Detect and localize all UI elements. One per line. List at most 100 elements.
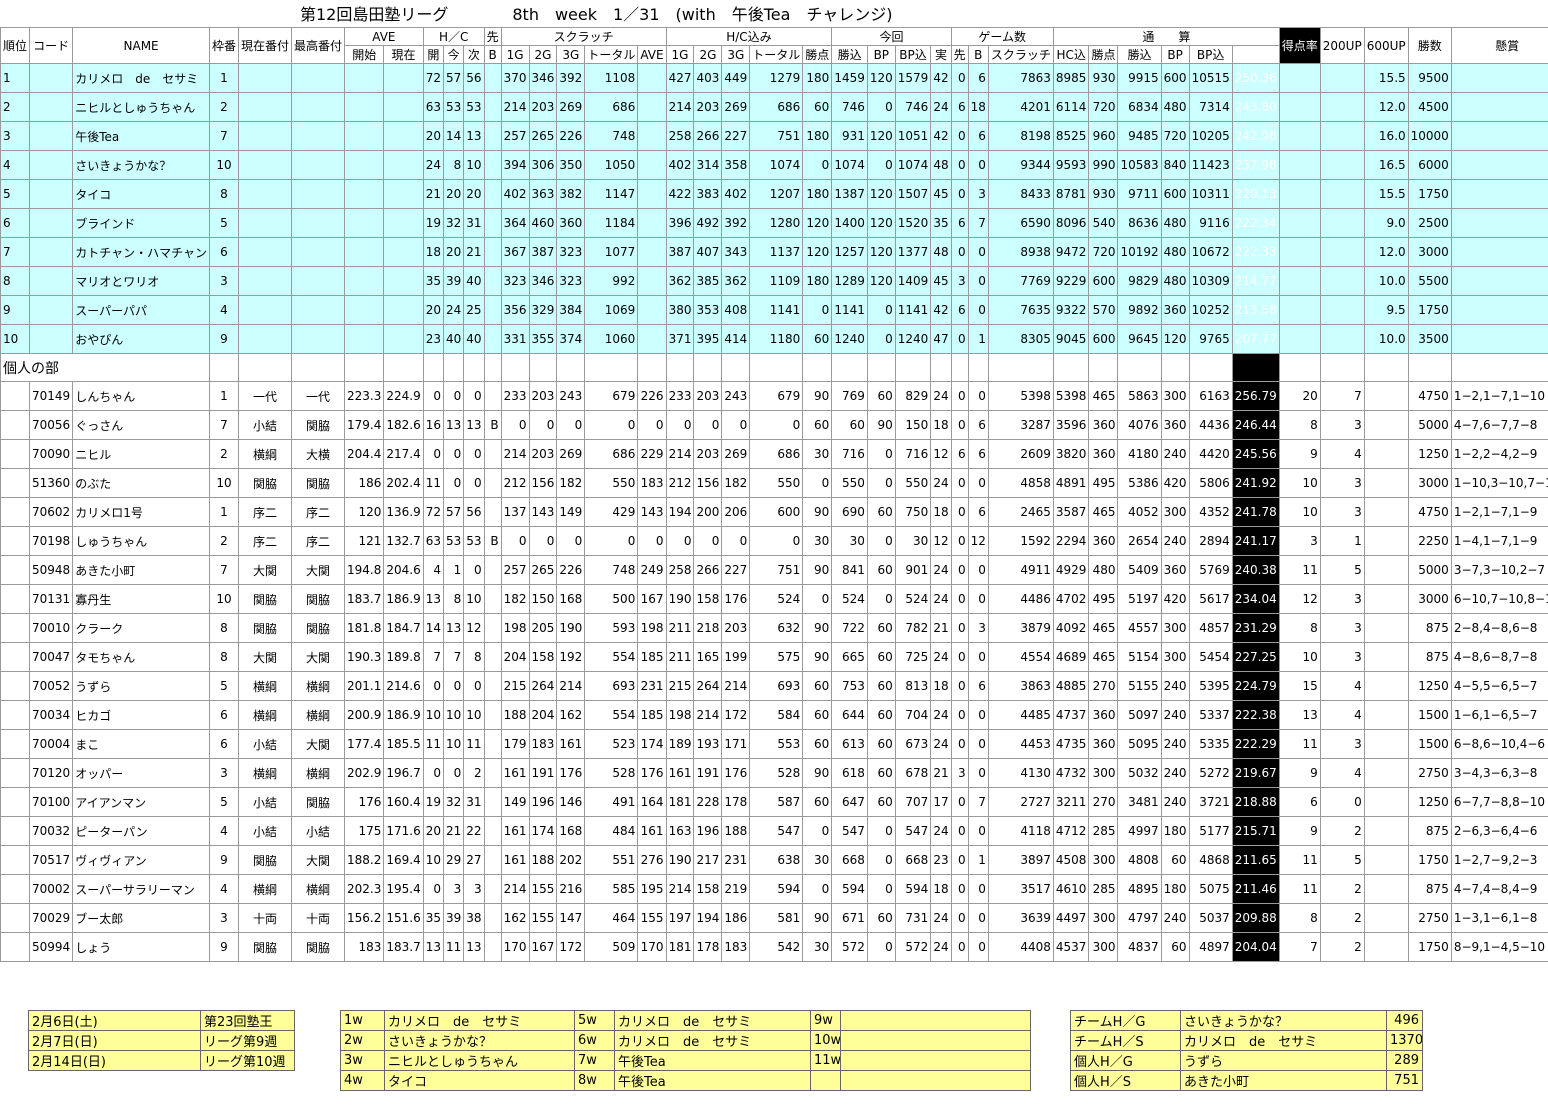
cell: 42 — [930, 295, 952, 325]
cell: 10 — [443, 700, 465, 730]
cell: 0 — [1319, 787, 1365, 817]
cell: 2 — [208, 439, 239, 469]
player-row: 70032 ピーターパン 4 小結 小結 175 171.6 20 21 22 161 174 168 4… — [0, 816, 1548, 846]
player-row: 70004 まこ 6 小結 大関 177.4 185.5 11 10 11 179 183 161 523… — [0, 729, 1548, 759]
cell: 120 — [866, 208, 896, 238]
cell: 176 — [721, 584, 751, 614]
player-row: 70517 ヴィヴィアン 9 関脇 大関 188.2 169.4 10 29 27 161 188 20… — [0, 845, 1548, 875]
cell: 707 — [894, 787, 932, 817]
cell: 20 — [422, 121, 445, 151]
cell: 240 — [1160, 439, 1190, 469]
cell: 195.4 — [383, 874, 424, 904]
cell: 4537 — [1052, 932, 1090, 962]
cell — [383, 208, 424, 238]
week-winner — [840, 1030, 1031, 1051]
cell: 0 — [950, 497, 969, 527]
cell — [1363, 903, 1409, 933]
cell: 4 — [0, 150, 31, 180]
cell: 188 — [500, 700, 530, 730]
cell: 4092 — [1052, 613, 1090, 643]
cell: 90 — [802, 555, 833, 585]
cell: 1−6,1−6,5−7 — [1450, 700, 1548, 730]
cell: 3 — [463, 874, 485, 904]
cell — [1117, 353, 1162, 382]
cell: 0 — [463, 671, 485, 701]
cell: 24 — [930, 932, 952, 962]
cell: 38 — [463, 903, 485, 933]
cell: 4 — [422, 555, 445, 585]
cell — [237, 92, 293, 122]
cell — [1278, 295, 1321, 325]
cell: 70032 — [29, 816, 74, 846]
cell: 2727 — [987, 787, 1054, 817]
cell: 1 — [967, 845, 989, 875]
cell: 13 — [443, 613, 465, 643]
cell: 1250 — [1407, 439, 1452, 469]
cell: 0 — [866, 468, 896, 498]
cell: 30 — [802, 932, 833, 962]
cell: 2750 — [1407, 758, 1452, 788]
cell: 6−7,7−8,8−10 — [1450, 787, 1548, 817]
cell: ブー太郎 — [72, 903, 210, 933]
cell: 183 — [344, 932, 385, 962]
cell: 0 — [802, 874, 833, 904]
cell: 0 — [422, 758, 445, 788]
cell — [443, 353, 465, 382]
cell: 0 — [866, 92, 896, 122]
cell: 4201 — [987, 92, 1054, 122]
cell: 3863 — [987, 671, 1054, 701]
cell — [483, 845, 502, 875]
cell — [1450, 353, 1548, 382]
player-row: 70120 オッパー 3 横綱 横綱 202.9 196.7 0 0 2 161 191 176 528 1… — [0, 758, 1548, 788]
cell: 492 — [693, 208, 723, 238]
cell: 243 — [556, 381, 586, 411]
cell: 9344 — [987, 150, 1054, 180]
cell: 45 — [930, 179, 952, 209]
cell: 673 — [894, 729, 932, 759]
cell: 0 — [802, 295, 833, 325]
cell: 3000 — [1407, 584, 1452, 614]
cell — [483, 381, 502, 411]
cell: 6590 — [987, 208, 1054, 238]
cell: 212 — [665, 468, 695, 498]
cell — [1278, 237, 1321, 267]
cell: 203 — [693, 92, 723, 122]
cell — [483, 353, 502, 382]
cell: 60 — [802, 92, 833, 122]
column-header: 最高番付 — [290, 27, 346, 64]
cell: 13 — [422, 584, 445, 614]
cell: 169.4 — [383, 845, 424, 875]
cell: 30 — [802, 439, 833, 469]
cell: 0 — [866, 932, 896, 962]
player-row: 70034 ヒカゴ 6 横綱 横綱 200.9 186.9 10 10 10 188 204 162 55… — [0, 700, 1548, 730]
cell — [1319, 295, 1365, 325]
cell: 53 — [463, 92, 485, 122]
cell: 323 — [500, 266, 530, 296]
cell: 0 — [967, 874, 989, 904]
cell: 180 — [1160, 874, 1190, 904]
cell: 1240 — [831, 324, 868, 354]
cell — [1363, 787, 1409, 817]
cell: 4118 — [987, 816, 1054, 846]
cell: 7635 — [987, 295, 1054, 325]
cell: 9 — [208, 845, 239, 875]
cell: 6 — [967, 497, 989, 527]
cell: 8096 — [1052, 208, 1090, 238]
player-row: 51360 のぶた 10 関脇 関脇 186 202.4 11 0 0 212 156 182 550 18… — [0, 468, 1548, 498]
cell: 218 — [693, 613, 723, 643]
cell: 0 — [866, 324, 896, 354]
cell: 2750 — [1407, 903, 1452, 933]
cell: 720 — [1088, 237, 1119, 267]
team-row: 7 カトチャン・ハマチャン 6 18 20 21 367 387 323 1077 387 407 34… — [0, 237, 1548, 267]
cell: 90 — [802, 613, 833, 643]
cell: 6−8,6−10,4−6 — [1450, 729, 1548, 759]
team-row: 2 ニヒルとしゅうちゃん 2 63 53 53 214 203 269 686 214 203 269 6… — [0, 92, 1548, 122]
cell: 414 — [721, 324, 751, 354]
cell: 60 — [866, 700, 896, 730]
cell: 182.6 — [383, 410, 424, 440]
cell: 193 — [693, 729, 723, 759]
cell: 198 — [500, 613, 530, 643]
cell — [1450, 179, 1548, 209]
cell: 314 — [693, 150, 723, 180]
cell: 0 — [443, 671, 465, 701]
